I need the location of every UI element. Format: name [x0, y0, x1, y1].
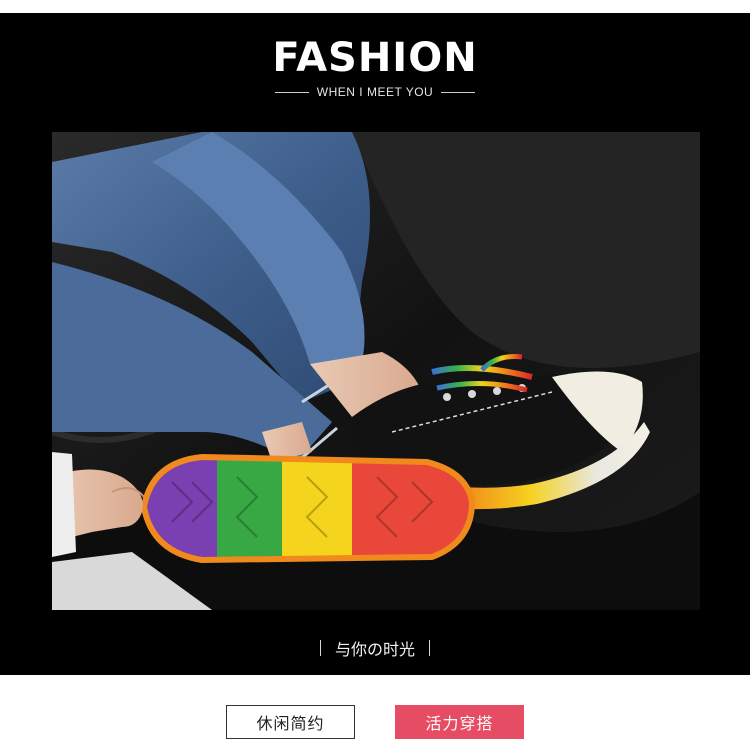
banner-subtitle: WHEN I MEET YOU — [316, 85, 434, 99]
banner-title: FASHION — [272, 35, 478, 81]
divider-line-right — [441, 91, 476, 93]
style-tags: 休闲简约 活力穿搭 — [0, 705, 750, 739]
fashion-banner: FASHION WHEN I MEET YOU 与你の时光 — [0, 13, 750, 675]
photo-caption: 与你の时光 — [334, 640, 415, 659]
sneaker-photo-illustration — [52, 132, 700, 610]
divider-line-left — [274, 91, 309, 93]
caption-bar-right — [429, 640, 430, 656]
banner-subtitle-row: WHEN I MEET YOU — [0, 84, 750, 100]
rainbow-sole — [140, 453, 476, 564]
product-photo — [52, 132, 700, 610]
product-detail-page: FASHION WHEN I MEET YOU 与你の时光 休闲简约 活力穿搭 — [0, 0, 750, 755]
caption-bar-left — [319, 640, 321, 656]
photo-caption-row: 与你の时光 — [0, 636, 750, 660]
tag-casual-simple[interactable]: 休闲简约 — [226, 705, 355, 739]
tag-active-outfit[interactable]: 活力穿搭 — [395, 705, 524, 739]
